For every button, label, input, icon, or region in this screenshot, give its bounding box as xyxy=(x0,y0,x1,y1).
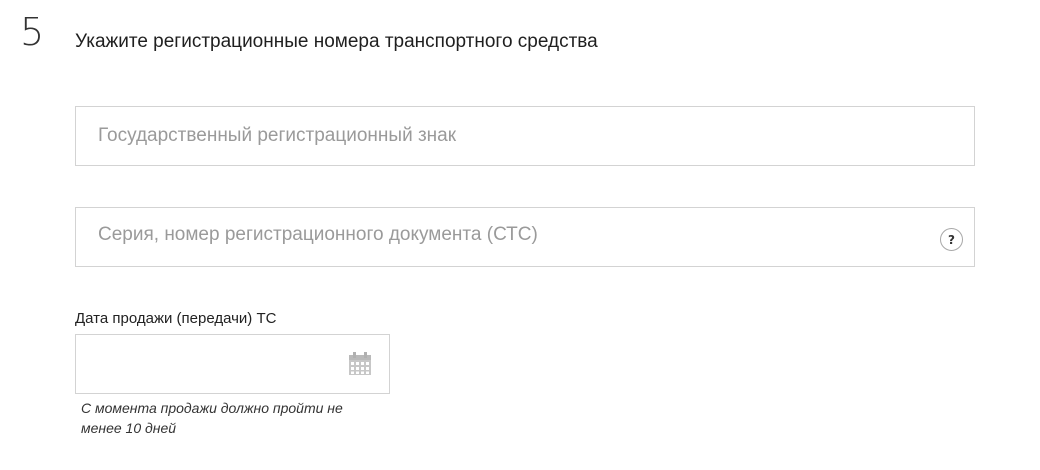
step-title: Укажите регистрационные номера транспорт… xyxy=(75,31,598,52)
plate-number-field xyxy=(75,106,975,166)
plate-number-input[interactable] xyxy=(76,107,974,165)
step-number: 5 xyxy=(20,10,45,54)
calendar-icon[interactable] xyxy=(348,352,372,376)
registration-doc-field: ? xyxy=(75,207,975,267)
sale-date-input[interactable] xyxy=(76,335,389,393)
sale-date-hint: С момента продажи должно пройти не менее… xyxy=(81,400,343,436)
sale-date-field xyxy=(75,334,390,394)
sale-date-label: Дата продажи (передачи) ТС xyxy=(75,310,277,327)
registration-doc-input[interactable] xyxy=(76,208,974,266)
help-button[interactable]: ? xyxy=(940,228,963,251)
